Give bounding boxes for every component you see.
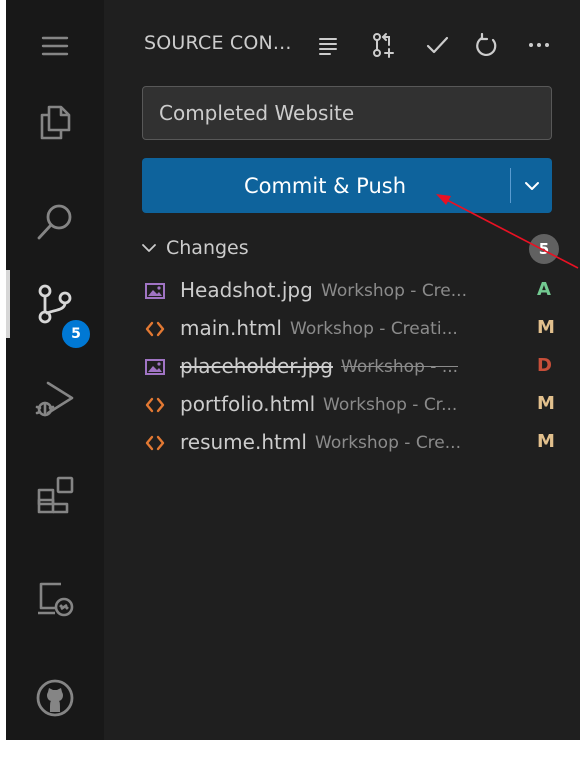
- list-item[interactable]: resume.html Workshop - Cre... M: [104, 424, 580, 462]
- search-icon[interactable]: [6, 186, 104, 258]
- pull-request-icon[interactable]: [367, 28, 401, 62]
- list-item[interactable]: portfolio.html Workshop - Cr... M: [104, 386, 580, 424]
- list-item[interactable]: placeholder.jpg Workshop - ... D: [104, 348, 580, 386]
- checkmark-icon[interactable]: [420, 28, 454, 62]
- refresh-icon[interactable]: [470, 28, 504, 62]
- run-debug-icon[interactable]: [6, 364, 104, 436]
- html-file-icon: [145, 435, 165, 451]
- list-item[interactable]: Headshot.jpg Workshop - Cre... A: [104, 272, 580, 310]
- file-status-badge: M: [537, 317, 555, 338]
- file-status-badge: M: [537, 393, 555, 414]
- more-actions-icon[interactable]: [522, 28, 556, 62]
- changes-group-header[interactable]: Changes 5: [104, 230, 580, 268]
- extensions-icon[interactable]: [6, 460, 104, 532]
- file-name: placeholder.jpg: [180, 354, 333, 378]
- file-path-description: Workshop - Cre...: [315, 433, 461, 453]
- explorer-icon[interactable]: [6, 86, 104, 158]
- file-path-description: Workshop - ...: [341, 357, 459, 377]
- file-name: main.html: [180, 316, 282, 340]
- vscode-window: 5 SOURCE CON... Completed Website Commit…: [6, 0, 580, 740]
- html-file-icon: [145, 397, 165, 413]
- file-path-description: Workshop - Creati...: [290, 319, 458, 339]
- file-status-badge: M: [537, 431, 555, 452]
- menu-icon[interactable]: [6, 10, 104, 82]
- changes-label: Changes: [166, 237, 249, 259]
- commit-message-input[interactable]: [142, 86, 552, 140]
- file-status-badge: D: [537, 355, 552, 376]
- commit-and-push-button[interactable]: Commit & Push: [142, 158, 508, 213]
- view-as-tree-icon[interactable]: [311, 28, 345, 62]
- file-path-description: Workshop - Cre...: [321, 281, 467, 301]
- chevron-down-icon: [524, 181, 539, 190]
- commit-dropdown-button[interactable]: [511, 158, 552, 213]
- image-file-icon: [145, 359, 165, 375]
- image-file-icon: [145, 283, 165, 299]
- file-status-badge: A: [537, 279, 551, 300]
- file-name: Headshot.jpg: [180, 278, 313, 302]
- html-file-icon: [145, 321, 165, 337]
- panel-header: SOURCE CON...: [104, 22, 580, 70]
- remote-explorer-icon[interactable]: [6, 562, 104, 634]
- github-icon[interactable]: [6, 662, 104, 734]
- file-name: resume.html: [180, 430, 307, 454]
- chevron-down-icon: [142, 244, 156, 252]
- source-control-panel: SOURCE CON... Commit & Push: [104, 0, 580, 740]
- list-item[interactable]: main.html Workshop - Creati... M: [104, 310, 580, 348]
- file-name: portfolio.html: [180, 392, 316, 416]
- activity-bar: 5: [6, 0, 104, 740]
- commit-button-group: Commit & Push: [142, 158, 552, 213]
- panel-title: SOURCE CON...: [144, 32, 292, 54]
- file-path-description: Workshop - Cr...: [323, 395, 458, 415]
- changes-count-badge: 5: [529, 234, 559, 264]
- source-control-badge: 5: [60, 318, 92, 350]
